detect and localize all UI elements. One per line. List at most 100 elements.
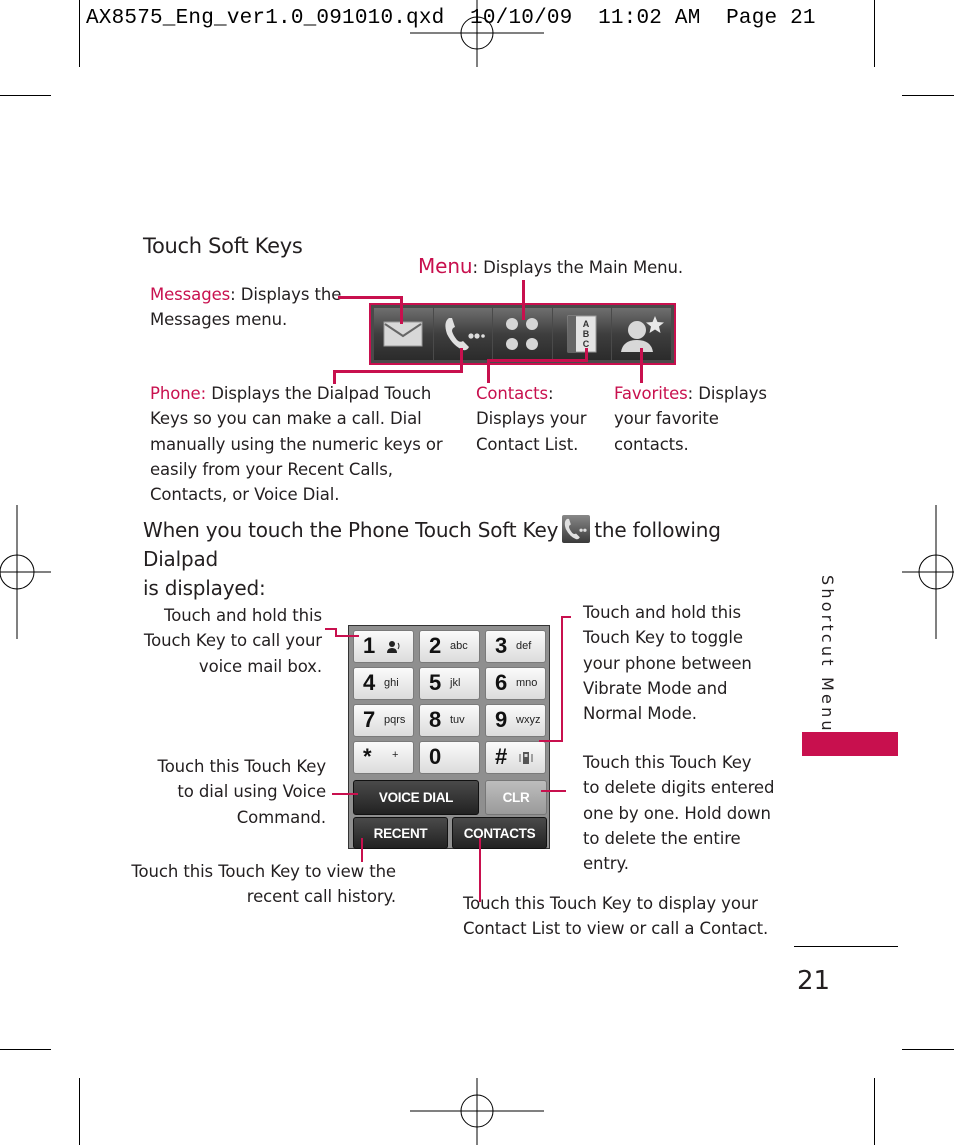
voicemail-callout: Touch and hold this Touch Key to call yo… (140, 603, 322, 679)
dialpad-key-hash[interactable]: # (485, 741, 546, 774)
intro-text-3: is displayed: (143, 576, 266, 600)
key-digit: 7 (363, 707, 376, 732)
contacts-list-callout-1: Touch this Touch Key to display your (463, 894, 758, 913)
registration-mark-top (410, 0, 544, 67)
phone-desc-1: Displays the Dialpad Touch (206, 384, 432, 403)
clear-callout-1: Touch this Touch Key (583, 753, 752, 772)
menu-icon (506, 318, 539, 350)
vibrate-callout: Touch and hold this Touch Key to toggle … (583, 600, 752, 726)
page-number: 21 (797, 966, 831, 996)
contacts-icon: A B C (567, 315, 597, 353)
vibrate-callout-4: Vibrate Mode and (583, 678, 728, 698)
clear-callout-2: to delete digits entered (583, 778, 775, 798)
favorites-desc-1: : Displays (687, 384, 767, 403)
recent-callout-2: recent call history. (246, 887, 396, 907)
messages-term: Messages (150, 285, 231, 304)
messages-callout: Messages: Displays the Messages menu. (150, 282, 341, 333)
dialpad: VOICE DIAL CLR RECENT CONTACTS 1 2 abc 3 def… (348, 625, 550, 849)
phone-desc-2: Keys so you can make a call. Dial (150, 409, 422, 429)
voice-command-callout-1: Touch this Touch Key (157, 757, 327, 776)
clear-callout: Touch this Touch Key to delete digits en… (583, 750, 774, 876)
voice-dial-button[interactable]: VOICE DIAL (353, 780, 479, 815)
phone-leader-v (460, 348, 463, 372)
contacts-list-callout: Touch this Touch Key to display your Con… (463, 891, 768, 942)
voice-command-callout-2: to dial using Voice (177, 782, 326, 802)
key-letters: pqrs (384, 714, 406, 726)
clr-leader (541, 790, 566, 792)
voicemail-callout-1: Touch and hold this (164, 606, 322, 625)
page-number-rule (794, 946, 898, 947)
dialpad-key-star[interactable]: * + (353, 741, 414, 774)
clear-callout-3: one by one. Hold down (583, 803, 771, 823)
messages-soft-key[interactable] (374, 308, 433, 360)
clear-callout-4: to delete the entire (583, 828, 741, 848)
recent-callout-1: Touch this Touch Key to view the (131, 862, 396, 881)
voicemail-leader-3 (335, 635, 359, 637)
messages-leader (338, 296, 402, 299)
key-letters: mno (516, 677, 538, 689)
registration-mark-right (902, 505, 954, 639)
vibrate-callout-1: Touch and hold this (583, 603, 741, 622)
dialpad-key-6[interactable]: 6 mno (485, 667, 546, 700)
contacts-desc-3: Contact List. (476, 434, 579, 454)
recent-callout: Touch this Touch Key to view the recent … (130, 859, 396, 910)
contacts-desc-2: Displays your (476, 409, 587, 429)
vibrate-callout-2: Touch Key to toggle (583, 628, 743, 648)
dialpad-key-8[interactable]: 8 tuv (419, 704, 480, 737)
clr-button[interactable]: CLR (485, 780, 547, 815)
dialpad-key-3[interactable]: 3 def (485, 630, 546, 663)
key-digit: 0 (429, 744, 442, 769)
key-letters: tuv (450, 714, 465, 726)
svg-text:A: A (583, 319, 590, 329)
intro-paragraph: When you touch the Phone Touch Soft Key t… (143, 515, 763, 603)
recent-button[interactable]: RECENT (353, 817, 448, 849)
contacts-button[interactable]: CONTACTS (452, 817, 547, 849)
dialpad-key-4[interactable]: 4 ghi (353, 667, 414, 700)
contacts-desc-1: : (548, 384, 554, 403)
vibrate-leader-h (539, 740, 563, 742)
favorites-desc-3: contacts. (614, 434, 689, 454)
vibrate-callout-3: your phone between (583, 653, 752, 673)
key-letters: ghi (384, 677, 399, 689)
dialpad-key-9[interactable]: 9 wxyz (485, 704, 546, 737)
messages-icon (383, 321, 423, 347)
phone-desc-4: easily from your Recent Calls, (150, 459, 393, 479)
dialpad-key-1[interactable]: 1 (353, 630, 414, 663)
dialpad-key-5[interactable]: 5 jkl (419, 667, 480, 700)
phone-desc-5: Contacts, or Voice Dial. (150, 485, 340, 505)
contacts-leader-drop (487, 359, 490, 383)
clear-callout-5: entry. (583, 854, 629, 874)
voice-command-callout-3: Command. (236, 807, 326, 827)
messages-desc-2: Messages menu. (150, 310, 288, 330)
key-digit: 6 (495, 670, 508, 695)
dialpad-key-7[interactable]: 7 pqrs (353, 704, 414, 737)
section-tab-marker (802, 732, 898, 756)
key-digit: 5 (429, 670, 442, 695)
menu-callout: Menu: Displays the Main Menu. (418, 254, 683, 280)
dialpad-key-2[interactable]: 2 abc (419, 630, 480, 663)
registration-mark-left (0, 505, 51, 639)
svg-text:B: B (583, 329, 590, 339)
section-heading: Touch Soft Keys (143, 234, 303, 258)
contacts-soft-key[interactable]: A B C (552, 308, 612, 360)
contacts-list-callout-2: Contact List to view or call a Contact. (463, 919, 769, 939)
vibrate-leader-v (561, 616, 563, 741)
key-digit: 8 (429, 707, 442, 732)
favorites-leader (640, 348, 643, 383)
key-letters: def (516, 640, 532, 652)
menu-desc: : Displays the Main Menu. (472, 258, 684, 277)
dialpad-key-0[interactable]: 0 (419, 741, 480, 774)
phone-soft-key-inline-icon (562, 515, 591, 543)
voicemail-callout-2: Touch Key to call your (143, 631, 322, 651)
registration-mark-bottom (410, 1078, 544, 1145)
intro-text-1: When you touch the Phone Touch Soft Key (143, 518, 559, 542)
voicemail-callout-3: voice mail box. (198, 656, 322, 676)
phone-term: Phone: (150, 384, 207, 403)
phone-desc-3: manually using the numeric keys or (150, 434, 443, 454)
key-letters: abc (450, 640, 468, 652)
key-digit: 2 (429, 633, 442, 658)
voice-command-callout: Touch this Touch Key to dial using Voice… (140, 754, 327, 830)
voicemail-icon (387, 641, 400, 653)
key-digit: 1 (363, 633, 376, 658)
favorites-desc-2: your favorite (614, 409, 719, 429)
